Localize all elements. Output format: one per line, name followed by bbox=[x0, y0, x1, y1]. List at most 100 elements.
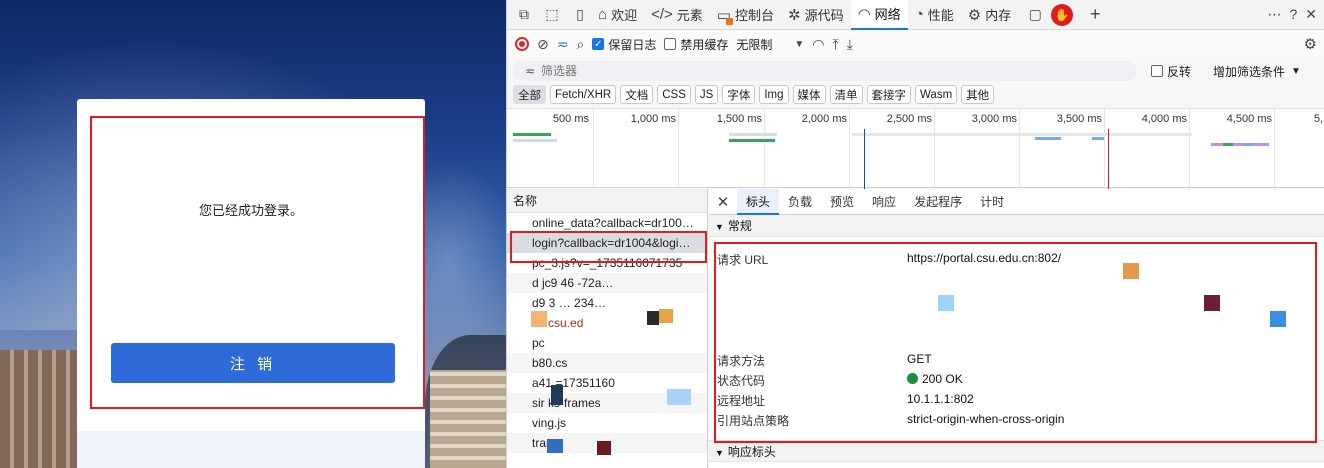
type-filter-doc[interactable]: 文档 bbox=[620, 85, 654, 104]
triangle-down-icon: ▼ bbox=[715, 448, 724, 458]
close-icon[interactable]: ✕ bbox=[709, 193, 737, 211]
timeline-label: 1,000 ms bbox=[630, 113, 676, 125]
type-filter-font[interactable]: 字体 bbox=[722, 85, 756, 104]
column-header-name[interactable]: 名称 bbox=[507, 189, 707, 213]
background-building bbox=[430, 370, 506, 468]
timeline-label: 5, bbox=[1313, 113, 1323, 125]
close-icon[interactable]: ✕ bbox=[1305, 6, 1317, 23]
referrer-policy-label: 引用站点策略 bbox=[717, 414, 790, 428]
login-success-card: 您已经成功登录。 注 销 bbox=[77, 99, 425, 468]
type-filter-media[interactable]: 媒体 bbox=[792, 85, 826, 104]
tab-memory[interactable]: ⚙ 内存 bbox=[961, 0, 1018, 30]
timeline-label: 2,000 ms bbox=[801, 113, 847, 125]
request-row[interactable]: pc_3.js?v=_1735116071735 bbox=[507, 253, 707, 273]
type-filter-css[interactable]: CSS bbox=[657, 85, 691, 104]
tab-payload[interactable]: 负载 bbox=[779, 189, 821, 215]
tab-response[interactable]: 响应 bbox=[863, 189, 905, 215]
tab-sources[interactable]: ✲ 源代码 bbox=[781, 0, 851, 30]
request-row[interactable]: online_data?callback=dr100… bbox=[507, 213, 707, 233]
sidebar-toggle-icon[interactable]: ▯ bbox=[569, 4, 591, 26]
filter-input[interactable] bbox=[513, 61, 1137, 81]
response-headers-section-header[interactable]: ▼ 响应标头 bbox=[709, 440, 1324, 462]
settings-gear-icon[interactable]: ⚙ bbox=[1304, 35, 1317, 53]
status-code-label: 状态代码 bbox=[717, 374, 766, 388]
timeline-label: 2,500 ms bbox=[886, 113, 932, 125]
type-filter-all[interactable]: 全部 bbox=[513, 85, 546, 104]
status-ok-dot-icon bbox=[907, 373, 918, 384]
devtools-panel: ⧉ ⬚ ▯ ⌂ 欢迎 </> 元素 ▭ 控制台 ✲ 源代码 ◠ 网络 ◔ 性能 ⚙ 内存 ▢ … bbox=[506, 0, 1324, 468]
invert-checkbox[interactable]: 反转 bbox=[1151, 63, 1191, 80]
request-row[interactable]: pc bbox=[507, 333, 707, 353]
redaction-block bbox=[659, 309, 673, 323]
filter-row: ≂ 反转 增加筛选条件▼ bbox=[513, 60, 1319, 82]
console-icon: ▭ bbox=[716, 6, 734, 25]
type-filter-fetch-xhr[interactable]: Fetch/XHR bbox=[550, 85, 617, 104]
tab-initiator[interactable]: 发起程序 bbox=[905, 189, 971, 215]
more-options-icon[interactable]: ⋯ bbox=[1267, 6, 1281, 23]
request-method-label: 请求方法 bbox=[717, 354, 766, 368]
tab-headers[interactable]: 标头 bbox=[737, 188, 780, 215]
filter-toggle-icon[interactable]: ≂ bbox=[557, 36, 569, 53]
type-filter-js[interactable]: JS bbox=[694, 85, 719, 104]
request-url-value[interactable]: https://portal.csu.edu.cn:802/ bbox=[907, 251, 1061, 265]
import-har-icon[interactable]: ⤒ bbox=[832, 36, 838, 53]
tab-preview[interactable]: 预览 bbox=[821, 189, 863, 215]
disable-cache-checkbox[interactable]: 禁用缓存 bbox=[664, 36, 728, 53]
tab-console[interactable]: ▭ 控制台 bbox=[710, 0, 781, 30]
code-icon: </> bbox=[651, 6, 673, 23]
preserve-log-checkbox[interactable]: ✓ 保留日志 bbox=[592, 36, 656, 53]
bug-icon: ✲ bbox=[787, 6, 801, 24]
more-filters-dropdown[interactable]: 增加筛选条件 ▼ bbox=[1213, 63, 1301, 80]
card-footer bbox=[77, 431, 425, 468]
type-filter-websocket[interactable]: 套接字 bbox=[866, 85, 911, 104]
record-icon[interactable] bbox=[515, 37, 529, 51]
request-row-selected[interactable]: login?callback=dr1004&logi… bbox=[507, 233, 707, 253]
request-row[interactable]: d jc9 46 -72a… bbox=[507, 273, 707, 293]
tab-welcome[interactable]: ⌂ 欢迎 bbox=[591, 0, 644, 30]
clear-icon[interactable]: ⊘ bbox=[537, 36, 549, 53]
type-filter-manifest[interactable]: 清单 bbox=[829, 85, 863, 104]
timeline-label: 1,500 ms bbox=[716, 113, 762, 125]
type-filter-img[interactable]: Img bbox=[759, 85, 789, 104]
chevron-down-icon: ▼ bbox=[1291, 65, 1301, 77]
redaction-block bbox=[938, 295, 954, 311]
network-conditions-icon[interactable]: ◠ bbox=[812, 36, 824, 53]
background-building bbox=[0, 350, 80, 468]
logout-button[interactable]: 注 销 bbox=[111, 343, 395, 383]
filter-icon: ≂ bbox=[525, 64, 536, 78]
redaction-block bbox=[647, 311, 659, 325]
timeline-label: 4,000 ms bbox=[1141, 113, 1187, 125]
tab-network[interactable]: ◠ 网络 bbox=[850, 0, 908, 30]
chevron-down-icon[interactable]: ▼ bbox=[794, 39, 804, 50]
remote-address-value[interactable]: 10.1.1.1:802 bbox=[907, 392, 974, 406]
checkbox-unchecked-icon bbox=[1151, 65, 1163, 77]
search-icon[interactable]: ⌕ bbox=[576, 36, 584, 53]
home-icon: ⌂ bbox=[598, 6, 608, 23]
inspect-element-icon[interactable]: ⬚ bbox=[541, 4, 563, 26]
tab-performance[interactable]: ◔ 性能 bbox=[908, 0, 961, 30]
network-overview-timeline[interactable]: 500 ms 1,000 ms 1,500 ms 2,000 ms 2,500 … bbox=[507, 108, 1324, 189]
tab-timing[interactable]: 计时 bbox=[971, 189, 1013, 215]
tab-elements[interactable]: </> 元素 bbox=[644, 0, 710, 30]
referrer-policy-value[interactable]: strict-origin-when-cross-origin bbox=[907, 412, 1064, 426]
application-icon[interactable]: ▢ bbox=[1024, 4, 1046, 26]
type-filter-other[interactable]: 其他 bbox=[961, 85, 995, 104]
request-row[interactable]: ving.js bbox=[507, 413, 707, 433]
request-row[interactable]: d9 3 … 234… bbox=[507, 293, 707, 313]
webpage-viewport: 您已经成功登录。 注 销 bbox=[0, 0, 506, 468]
status-code-value[interactable]: 200 OK bbox=[907, 372, 963, 386]
help-icon[interactable]: ? bbox=[1289, 6, 1297, 23]
export-har-icon[interactable]: ⤓ bbox=[847, 36, 853, 53]
redaction-block bbox=[547, 439, 563, 453]
request-method-value[interactable]: GET bbox=[907, 352, 932, 366]
add-tab-icon[interactable]: + bbox=[1084, 4, 1106, 26]
general-section-header[interactable]: ▼ 常规 bbox=[709, 215, 1324, 237]
request-row[interactable]: b80.cs bbox=[507, 353, 707, 373]
type-filter-wasm[interactable]: Wasm bbox=[915, 85, 958, 104]
throttling-select[interactable]: 无限制 bbox=[736, 36, 772, 53]
device-emulation-icon[interactable]: ⧉ bbox=[513, 4, 535, 26]
request-detail-pane: ✕ 标头 负载 预览 响应 发起程序 计时 ▼ 常规 请求 URL https:/… bbox=[709, 188, 1324, 468]
timeline-label: 3,500 ms bbox=[1056, 113, 1102, 125]
remote-address-label: 远程地址 bbox=[717, 394, 766, 408]
stop-hand-icon[interactable]: ✋ bbox=[1051, 3, 1074, 26]
